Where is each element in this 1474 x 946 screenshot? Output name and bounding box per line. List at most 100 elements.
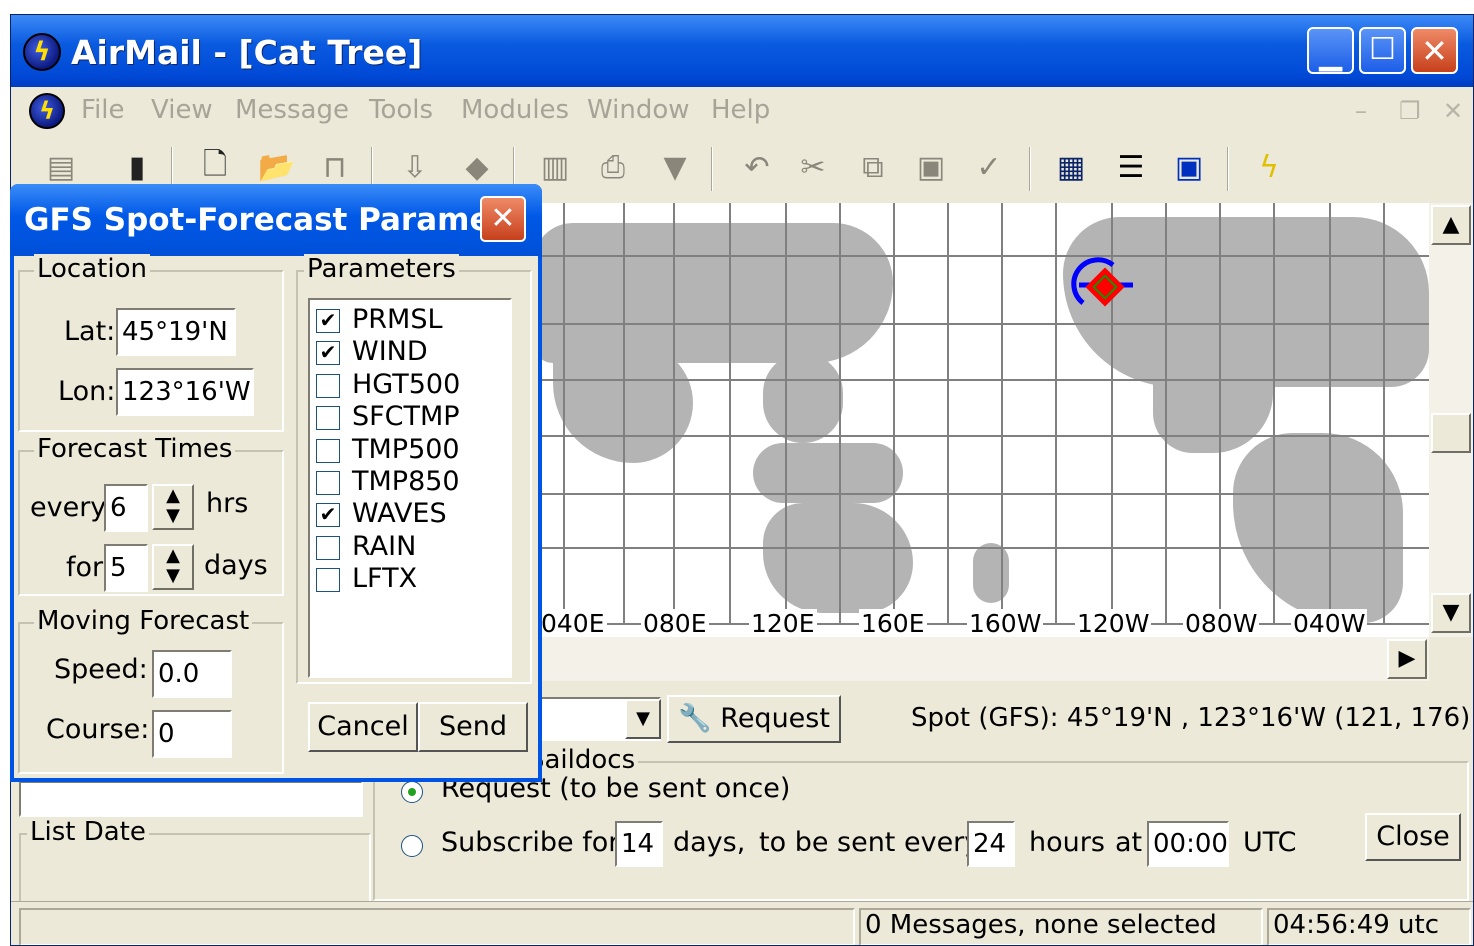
- maximize-button[interactable]: ☐: [1359, 27, 1406, 74]
- lat-label: Lat:: [64, 316, 116, 347]
- left-list-field[interactable]: [19, 781, 363, 817]
- every-hours-input[interactable]: 24: [967, 821, 1015, 867]
- dialog-close-icon[interactable]: ✕: [480, 196, 526, 242]
- send-button[interactable]: Send: [418, 702, 528, 752]
- world-map[interactable]: 040E 080E 120E 160E 160W 120W 080W 040W: [533, 203, 1429, 661]
- parameters-group: Parameters ✔ PRMSL ✔ WIND HGT500 SFCTMP TMP500…: [296, 254, 532, 684]
- mdi-globe-icon[interactable]: ϟ: [29, 93, 65, 129]
- paste-icon[interactable]: ▣: [909, 145, 953, 189]
- new-message-icon[interactable]: 🗋: [193, 145, 237, 189]
- scroll-thumb[interactable]: [1431, 413, 1471, 453]
- grid-line: [1329, 203, 1331, 623]
- parameters-list[interactable]: ✔ PRMSL ✔ WIND HGT500 SFCTMP TMP500 TMP850 ✔ WAVE…: [308, 298, 512, 678]
- inbox-icon[interactable]: ⇩: [393, 145, 437, 189]
- parameter-checkbox[interactable]: ✔: [316, 309, 340, 333]
- map-vertical-scrollbar[interactable]: ▲ ▼: [1429, 203, 1473, 637]
- parameter-checkbox[interactable]: [316, 568, 340, 593]
- airmail-globe-icon[interactable]: ϟ: [23, 33, 61, 71]
- parameter-row[interactable]: RAIN: [316, 531, 506, 563]
- parameter-label: SFCTMP: [352, 401, 460, 433]
- undo-icon[interactable]: ↶: [735, 145, 779, 189]
- grid-line: [533, 435, 1429, 437]
- every-hours-input[interactable]: 6: [104, 484, 148, 532]
- form-icon[interactable]: ▥: [533, 145, 577, 189]
- toolbar-separator: [1029, 147, 1031, 191]
- lock-icon[interactable]: ⊓: [313, 145, 357, 189]
- print-icon[interactable]: ⎙: [591, 145, 635, 189]
- close-window-button[interactable]: ✕: [1411, 27, 1458, 74]
- request-once-radio[interactable]: [401, 781, 423, 803]
- view-window-icon[interactable]: ▣: [1167, 145, 1211, 189]
- attach-icon[interactable]: ◆: [455, 145, 499, 189]
- parameter-row[interactable]: HGT500: [316, 369, 506, 401]
- longitude-label: 040W: [1291, 609, 1368, 638]
- subscribe-radio[interactable]: [401, 835, 423, 857]
- parameter-row[interactable]: ✔ PRMSL: [316, 304, 506, 336]
- speed-input[interactable]: 0.0: [152, 650, 232, 698]
- lightning-icon[interactable]: ϟ: [1247, 145, 1291, 189]
- cut-icon[interactable]: ✂: [791, 145, 835, 189]
- parameter-checkbox[interactable]: [316, 471, 340, 495]
- book-icon[interactable]: ▮: [115, 145, 159, 189]
- open-folder-icon[interactable]: 📂: [255, 145, 299, 189]
- mdi-restore-button[interactable]: ❐: [1399, 97, 1421, 125]
- parameter-row[interactable]: ✔ WAVES: [316, 498, 506, 530]
- parameter-label: PRMSL: [352, 304, 443, 335]
- parameter-row[interactable]: SFCTMP: [316, 401, 506, 433]
- menu-view[interactable]: View: [151, 95, 213, 125]
- menu-modules[interactable]: Modules: [461, 95, 569, 125]
- menu-window[interactable]: Window: [587, 95, 690, 125]
- spellcheck-icon[interactable]: ✓: [967, 145, 1011, 189]
- parameter-checkbox[interactable]: ✔: [316, 341, 340, 366]
- forecast-times-group: Forecast Times every 6 ▲ ▼ hrs for 5 ▲ ▼ d…: [18, 434, 284, 596]
- for-days-input[interactable]: 5: [104, 544, 148, 592]
- address-book-icon[interactable]: ▤: [39, 145, 83, 189]
- title-bar[interactable]: ϟ AirMail - [Cat Tree] ▁ ☐ ✕: [11, 15, 1473, 87]
- delete-icon[interactable]: ▼: [653, 145, 697, 189]
- at-label: at: [1115, 827, 1143, 858]
- view-detail-icon[interactable]: ☰: [1109, 145, 1153, 189]
- copy-icon[interactable]: ⧉: [851, 145, 895, 189]
- parameter-checkbox[interactable]: [316, 535, 340, 560]
- menu-file[interactable]: File: [81, 95, 125, 125]
- parameter-row[interactable]: TMP850: [316, 466, 506, 498]
- menu-help[interactable]: Help: [711, 95, 770, 125]
- course-input[interactable]: 0: [152, 710, 232, 758]
- parameter-row[interactable]: TMP500: [316, 434, 506, 466]
- status-clock: 04:56:49 utc: [1267, 908, 1471, 945]
- subscribe-days-input[interactable]: 14: [615, 821, 663, 867]
- scroll-right-button[interactable]: ▶: [1387, 639, 1427, 679]
- parameter-row[interactable]: LFTX: [316, 563, 506, 595]
- lon-label: Lon:: [58, 376, 116, 407]
- view-list-icon[interactable]: ▦: [1049, 145, 1093, 189]
- land-south-america: [1233, 433, 1403, 623]
- request-button[interactable]: 🔧 Request: [667, 695, 841, 743]
- forecast-spot-marker[interactable]: [1069, 253, 1139, 323]
- minimize-button[interactable]: ▁: [1307, 27, 1354, 74]
- scroll-up-button[interactable]: ▲: [1431, 205, 1471, 245]
- scroll-down-button[interactable]: ▼: [1431, 593, 1471, 633]
- moving-forecast-title: Moving Forecast: [34, 606, 253, 636]
- lat-input[interactable]: 45°19'N: [116, 308, 236, 356]
- mdi-minimize-button[interactable]: –: [1355, 97, 1367, 125]
- for-spinner[interactable]: ▲ ▼: [152, 544, 194, 590]
- close-button[interactable]: Close: [1365, 813, 1461, 861]
- dialog-title-bar[interactable]: GFS Spot-Forecast Parame... ✕: [10, 184, 542, 256]
- menu-bar: ϟ File View Message Tools Modules Window…: [11, 87, 1473, 137]
- parameter-checkbox[interactable]: [316, 438, 340, 463]
- location-group: Location Lat: 45°19'N Lon: 123°16'W: [18, 254, 284, 432]
- lon-input[interactable]: 123°16'W: [116, 368, 254, 416]
- dialog-title: GFS Spot-Forecast Parame...: [24, 202, 526, 238]
- parameter-checkbox[interactable]: ✔: [316, 503, 340, 528]
- parameter-checkbox[interactable]: [316, 373, 340, 398]
- mdi-close-button[interactable]: ✕: [1443, 97, 1463, 125]
- menu-tools[interactable]: Tools: [369, 95, 433, 125]
- time-input[interactable]: 00:00: [1147, 821, 1229, 867]
- every-spinner[interactable]: ▲ ▼: [152, 484, 194, 530]
- chevron-down-icon[interactable]: ▼: [625, 699, 661, 739]
- parameter-row[interactable]: ✔ WIND: [316, 336, 506, 368]
- parameter-checkbox[interactable]: [316, 406, 340, 431]
- cancel-button[interactable]: Cancel: [308, 702, 418, 752]
- map-horizontal-scrollbar[interactable]: ▶: [533, 637, 1429, 681]
- menu-message[interactable]: Message: [235, 95, 349, 125]
